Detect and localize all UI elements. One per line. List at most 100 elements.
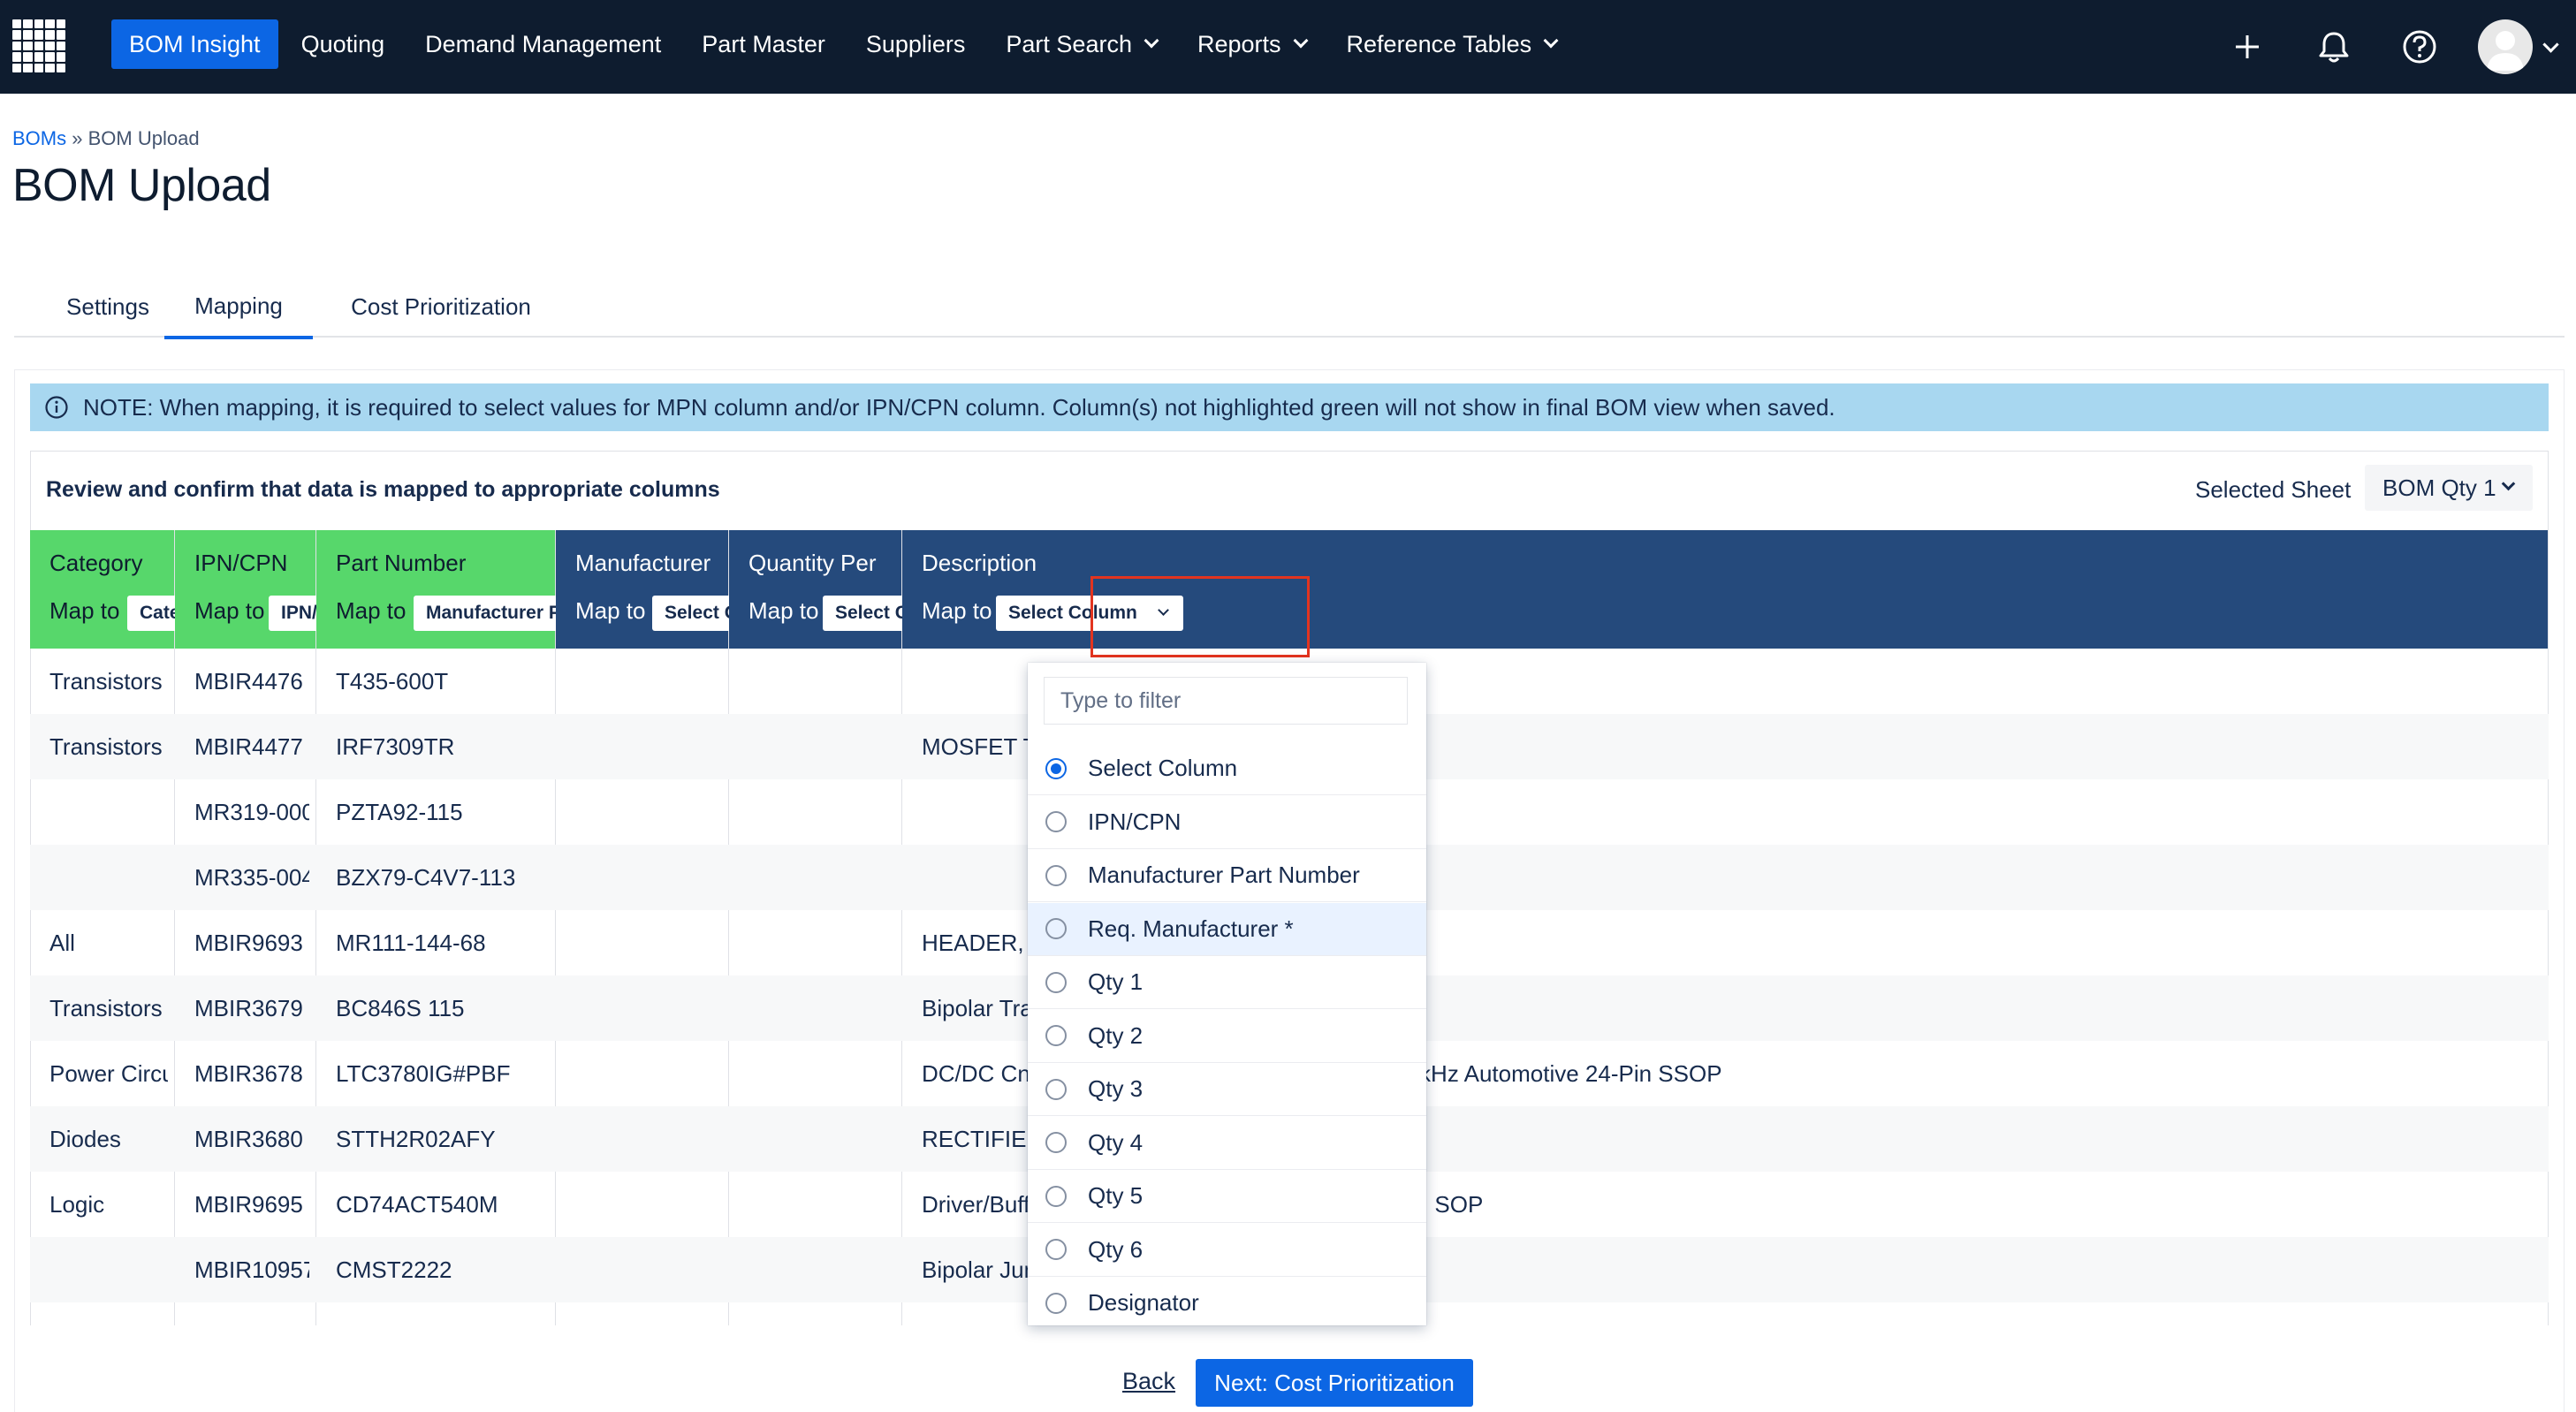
table-cell — [748, 1041, 895, 1106]
tab-settings[interactable]: Settings — [32, 276, 184, 338]
dropdown-option[interactable]: Qty 1 — [1028, 956, 1426, 1009]
back-link[interactable]: Back — [1122, 1368, 1175, 1395]
table-cell — [748, 910, 895, 975]
table-cell: MBIR4477 — [194, 733, 303, 760]
nav-item-suppliers[interactable]: Suppliers — [848, 19, 984, 69]
table-cell — [748, 1172, 895, 1237]
dropdown-option[interactable]: Manufacturer Part Number — [1028, 849, 1426, 902]
column-name: IPN/CPN — [194, 550, 288, 576]
option-label: Designator — [1088, 1289, 1199, 1316]
radio-icon[interactable] — [1045, 918, 1067, 939]
column-name: Manufacturer — [575, 550, 711, 576]
column-name: Quantity Per — [748, 550, 877, 576]
table-cell: All — [49, 929, 75, 956]
help-icon[interactable] — [2399, 27, 2440, 67]
radio-icon[interactable] — [1045, 1025, 1067, 1046]
table-cell — [575, 1106, 722, 1172]
radio-icon[interactable] — [1045, 1078, 1067, 1100]
nav-item-reference-tables[interactable]: Reference Tables — [1329, 19, 1575, 69]
radio-icon[interactable] — [1045, 757, 1067, 779]
table-cell: Diodes — [49, 1125, 121, 1152]
table-cell: MR335-0048A — [194, 863, 309, 891]
radio-icon[interactable] — [1045, 811, 1067, 832]
table-cell: MBIR3678 — [194, 1059, 303, 1087]
radio-icon[interactable] — [1045, 1132, 1067, 1153]
chevron-down-icon — [1144, 33, 1159, 49]
nav-item-part-search[interactable]: Part Search — [988, 19, 1174, 69]
nav-item-demand-management[interactable]: Demand Management — [407, 19, 679, 69]
table-cell: Transistors — [49, 994, 163, 1021]
table-cell: MR111-144-68 — [336, 929, 486, 956]
dropdown-option[interactable]: IPN/CPN — [1028, 796, 1426, 849]
dropdown-option[interactable]: Qty 3 — [1028, 1063, 1426, 1116]
table-cell: Transistors — [49, 733, 163, 760]
table-cell: MBIR3680 — [194, 1125, 303, 1152]
dropdown-option[interactable]: Req. Manufacturer * — [1028, 902, 1426, 956]
radio-icon[interactable] — [1045, 971, 1067, 993]
selected-sheet-select[interactable]: BOM Qty 1 — [2365, 465, 2533, 511]
table-cell: PZTA92-115 — [336, 798, 463, 825]
option-label: Qty 6 — [1088, 1235, 1144, 1263]
dropdown-option[interactable]: Qty 6 — [1028, 1224, 1426, 1277]
map-to-label: Map to — [194, 597, 265, 624]
dropdown-option[interactable]: Designator — [1028, 1277, 1426, 1325]
table-cell: CMST2222 — [336, 1256, 452, 1283]
option-label: IPN/CPN — [1088, 808, 1182, 835]
app-switcher-icon[interactable] — [12, 19, 65, 72]
radio-icon[interactable] — [1045, 864, 1067, 886]
dropdown-option[interactable]: Qty 2 — [1028, 1010, 1426, 1063]
radio-icon[interactable] — [1045, 1239, 1067, 1260]
selected-sheet-value: BOM Qty 1 — [2382, 474, 2496, 501]
table-cell — [575, 1041, 722, 1106]
table-cell — [575, 1237, 722, 1302]
option-label: Manufacturer Part Number — [1088, 862, 1360, 888]
map-to-label: Map to — [49, 597, 120, 624]
option-label: Qty 2 — [1088, 1021, 1144, 1049]
breadcrumb-current: BOM Upload — [87, 127, 200, 149]
table-cell: Transistors — [49, 667, 163, 695]
column-header: Part Number Map to Manufacturer Part Numbe… — [316, 530, 735, 649]
avatar[interactable] — [2478, 19, 2533, 74]
table-cell — [748, 779, 895, 845]
filter-input[interactable] — [1044, 677, 1408, 725]
table-cell: MBIR10957 — [194, 1256, 309, 1283]
chevron-down-icon — [1293, 33, 1309, 49]
column-name: Category — [49, 550, 143, 576]
chevron-down-icon — [2501, 476, 2516, 491]
table-cell: Power Circuits — [49, 1059, 168, 1087]
chevron-down-icon — [1543, 33, 1559, 49]
nav-item-quoting[interactable]: Quoting — [284, 19, 403, 69]
table-cell: MBIR9693 — [194, 929, 303, 956]
table-cell — [748, 1106, 895, 1172]
radio-icon[interactable] — [1045, 1292, 1067, 1314]
tab-mapping[interactable]: Mapping — [164, 276, 313, 339]
table-cell: CD74ACT540M — [336, 1190, 498, 1218]
map-to-label: Map to — [922, 597, 992, 624]
table-cell — [575, 779, 722, 845]
dropdown-option[interactable]: Select Column — [1028, 742, 1426, 795]
table-cell — [575, 975, 722, 1041]
table-cell — [748, 649, 895, 714]
selected-sheet-label: Selected Sheet — [2195, 476, 2352, 503]
table-cell — [575, 649, 722, 714]
option-label: Qty 1 — [1088, 968, 1144, 995]
nav-item-bom-insight[interactable]: BOM Insight — [111, 19, 278, 69]
radio-icon[interactable] — [1045, 1185, 1067, 1207]
bell-icon[interactable] — [2314, 27, 2354, 67]
column-header: Quantity Per Map to Select Column — [729, 530, 1010, 649]
column-header: CategoryMap toCategory — [30, 530, 262, 649]
plus-icon[interactable] — [2227, 27, 2268, 67]
tab-cost-prioritization[interactable]: Cost Prioritization — [322, 276, 560, 338]
mapping-note: NOTE: When mapping, it is required to se… — [30, 383, 2549, 431]
nav-item-reports[interactable]: Reports — [1180, 19, 1324, 69]
breadcrumb: BOMs » BOM Upload — [12, 127, 200, 150]
next-cost-prioritization-button[interactable]: Next: Cost Prioritization — [1196, 1359, 1473, 1407]
column-name: Part Number — [336, 550, 467, 576]
table-cell — [575, 714, 722, 779]
chevron-down-icon[interactable] — [2542, 36, 2559, 53]
nav-item-part-master[interactable]: Part Master — [684, 19, 843, 69]
dropdown-option[interactable]: Qty 5 — [1028, 1170, 1426, 1223]
table-cell: MBIR3679 — [194, 994, 303, 1021]
breadcrumb-link-boms[interactable]: BOMs — [12, 127, 66, 149]
dropdown-option[interactable]: Qty 4 — [1028, 1117, 1426, 1170]
